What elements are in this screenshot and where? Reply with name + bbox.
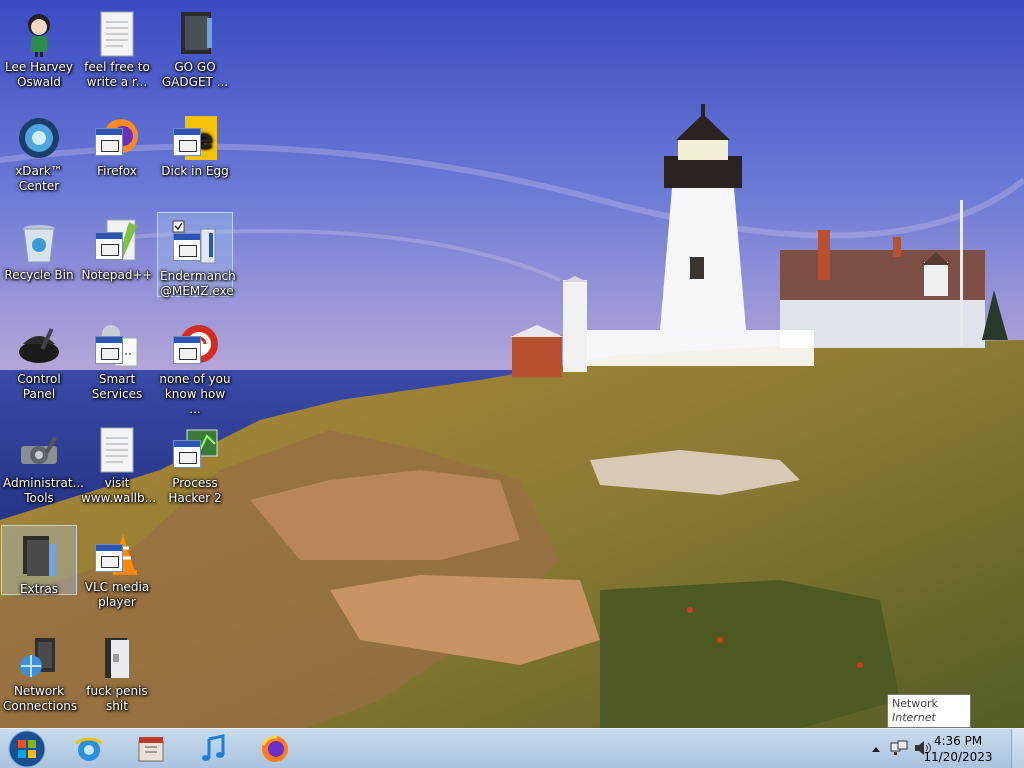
desktop-icon-vlc[interactable]: VLC media player	[79, 524, 155, 624]
desktop-icon-label: VLC media player	[84, 580, 150, 609]
internet-explorer-icon	[75, 737, 103, 761]
desktop-icon-lee-harvey-oswald[interactable]: Lee Harvey Oswald	[1, 4, 77, 104]
desktop-icon-control-panel[interactable]: Control Panel	[1, 316, 77, 416]
desktop-icon-firefox[interactable]: Firefox	[79, 108, 155, 208]
notepad-plus-plus-icon	[93, 218, 141, 266]
folder-icon	[15, 532, 63, 580]
desktop-icon-label: Extras	[20, 582, 58, 596]
music-note-icon	[202, 734, 225, 761]
desktop-icon-process-hacker[interactable]: Process Hacker 2	[157, 420, 233, 520]
desktop-icon-notepad-plus-plus[interactable]: Notepad++	[79, 212, 155, 312]
tooltip-title: Network	[892, 697, 938, 710]
document-icon	[93, 426, 141, 474]
tray-clock[interactable]: 4:36 PM 11/20/2023	[918, 733, 998, 765]
desktop-icon-label: fuck penis shit	[86, 684, 148, 713]
dick-in-egg-icon: e	[171, 114, 219, 162]
admin-tools-icon	[15, 426, 63, 474]
desktop-icon-label: Process Hacker 2	[168, 476, 222, 505]
desktop-icon-label: Administrat... Tools	[3, 476, 84, 505]
desktop-icon-label: Firefox	[97, 164, 137, 178]
clock-date: 11/20/2023	[923, 750, 993, 764]
network-tooltip: Network Internet access	[887, 694, 971, 738]
desktop-icon-label: Smart Services	[91, 372, 143, 401]
process-hacker-icon	[171, 426, 219, 474]
desktop-icon-label: Notepad++	[81, 268, 153, 282]
network-connections-icon	[15, 634, 63, 682]
desktop-icon-smart-services[interactable]: Smart Services	[79, 316, 155, 416]
start-button[interactable]	[2, 730, 52, 768]
taskbar-app[interactable]	[126, 731, 176, 767]
character-icon	[15, 10, 63, 58]
desktop-icon-administrative-tools[interactable]: Administrat... Tools	[1, 420, 84, 520]
desktop-icon-label: Network Connections	[3, 684, 78, 713]
desktop-icon-label: Lee Harvey Oswald	[5, 60, 73, 89]
folder-icon	[93, 634, 141, 682]
desktop-icon-label: feel free to write a r...	[84, 60, 150, 89]
desktop-icon-label: GO GO GADGET ...	[161, 60, 229, 89]
desktop-icon-label: none of you know how ...	[159, 372, 231, 416]
vlc-icon	[93, 530, 141, 578]
xdark-center-icon	[15, 114, 63, 162]
show-hidden-arrow-icon	[872, 747, 880, 752]
desktop-icon-dick-in-egg[interactable]: e Dick in Egg	[157, 108, 233, 208]
desktop-icon-network-connections[interactable]: Network Connections	[1, 628, 77, 728]
firefox-icon	[261, 735, 288, 762]
taskbar-music[interactable]	[188, 731, 238, 767]
desktop-icon-feel-free[interactable]: feel free to write a r...	[79, 4, 155, 104]
desktop-icon-none-of-you-know[interactable]: none of you know how ...	[157, 316, 233, 416]
desktop-icon-extras[interactable]: Extras	[1, 525, 77, 596]
desktop-icon-label: visit www.wallb...	[81, 476, 157, 505]
desktop-icon-recycle-bin[interactable]: Recycle Bin	[1, 212, 77, 312]
tray-network-button[interactable]	[889, 739, 909, 757]
desktop-icon-go-go-gadget[interactable]: GO GO GADGET ...	[157, 4, 233, 104]
app-icon	[138, 737, 164, 762]
desktop[interactable]: Lee Harvey Oswald xDark™ Center Recycle …	[0, 0, 1024, 768]
network-icon	[890, 740, 908, 755]
desktop-icon-endermanch-memz[interactable]: Endermanch @MEMZ.exe	[157, 212, 236, 298]
desktop-icon-xdark-center[interactable]: xDark™ Center	[1, 108, 77, 208]
document-icon	[93, 10, 141, 58]
desktop-icon-label: Recycle Bin	[4, 268, 74, 282]
clock-time: 4:36 PM	[933, 734, 983, 748]
desktop-icon-fuck-penis-shit[interactable]: fuck penis shit	[79, 628, 155, 728]
taskbar-firefox[interactable]	[250, 731, 300, 767]
desktop-icon-visit-wallb[interactable]: visit www.wallb...	[79, 420, 157, 520]
smart-services-icon	[93, 322, 141, 370]
firefox-icon	[93, 114, 141, 162]
show-desktop-button[interactable]	[1011, 729, 1024, 768]
tray-show-hidden-button[interactable]	[870, 741, 882, 755]
taskbar: 4:36 PM 11/20/2023	[0, 728, 1024, 768]
recycle-bin-icon	[15, 218, 63, 266]
desktop-icon-label: Endermanch @MEMZ.exe	[160, 269, 236, 298]
executable-icon	[171, 219, 219, 267]
gadget-icon	[171, 10, 219, 58]
desktop-icon-label: xDark™ Center	[15, 164, 63, 193]
control-panel-icon	[15, 322, 63, 370]
desktop-icon-label: Dick in Egg	[161, 164, 229, 178]
none-of-you-icon	[171, 322, 219, 370]
start-orb-icon	[8, 730, 46, 768]
taskbar-internet-explorer[interactable]	[64, 731, 114, 767]
desktop-icon-label: Control Panel	[17, 372, 61, 401]
